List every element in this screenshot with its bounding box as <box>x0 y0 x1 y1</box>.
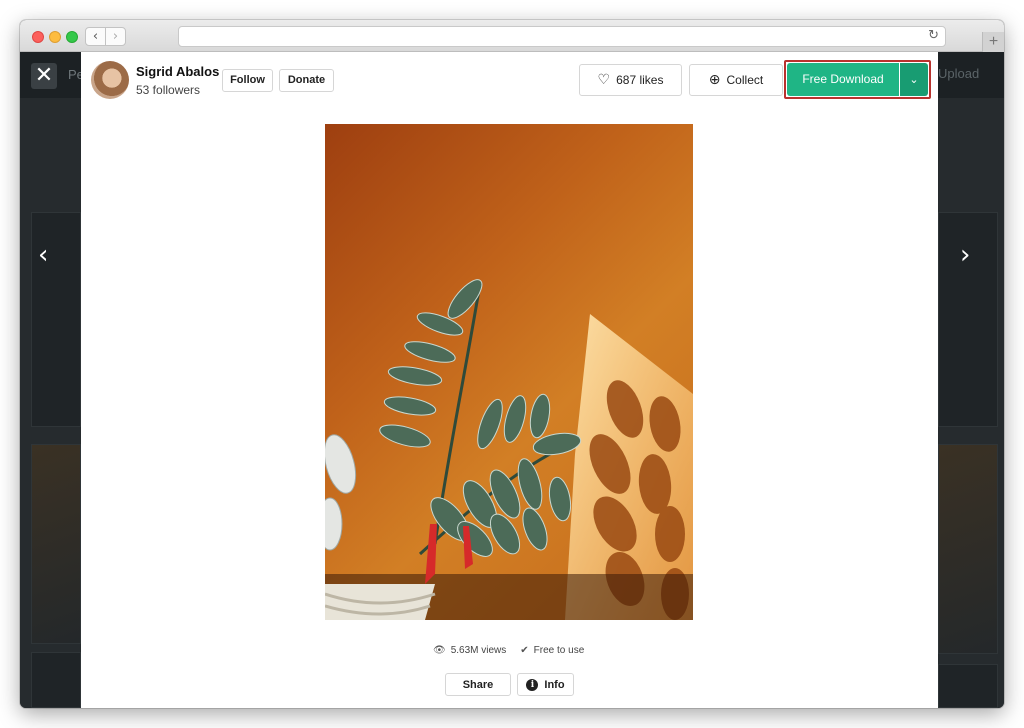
close-modal-button[interactable]: ✕ <box>31 63 57 89</box>
back-button[interactable]: ‹ <box>85 27 106 46</box>
next-photo-arrow-icon[interactable]: › <box>960 240 970 270</box>
forward-button[interactable]: › <box>105 27 126 46</box>
plant-pot <box>325 584 436 620</box>
donate-button[interactable]: Donate <box>279 69 334 92</box>
main-photo[interactable] <box>325 124 693 620</box>
background-photo-tile <box>938 444 998 654</box>
collect-label: Collect <box>726 73 764 87</box>
free-download-button[interactable]: Free Download <box>787 63 899 96</box>
info-label: Info <box>544 678 565 691</box>
eye-icon: 👁 <box>433 644 446 656</box>
page-background: ✕ Pe Upload ‹ › Sigrid Abalos 53 followe… <box>20 52 1004 708</box>
background-photo-tile <box>31 444 81 644</box>
photo-modal: Sigrid Abalos 53 followers Follow Donate… <box>81 52 938 708</box>
follower-count: 53 followers <box>136 83 201 97</box>
share-button[interactable]: Share <box>445 673 511 696</box>
plus-icon: + <box>988 33 999 50</box>
photo-stats: 👁 5.63M views ✔ Free to use <box>433 645 584 656</box>
browser-toolbar: ‹ › ↻ + <box>20 20 1004 52</box>
reload-icon[interactable]: ↻ <box>928 28 939 43</box>
views-count: 5.63M views <box>450 645 507 656</box>
download-options-button[interactable]: ⌄ <box>900 63 928 96</box>
chevron-down-icon: ⌄ <box>909 73 919 86</box>
new-tab-button[interactable]: + <box>982 32 1004 52</box>
check-circle-icon: ✔ <box>520 644 529 656</box>
license-stat[interactable]: ✔ Free to use <box>520 645 584 656</box>
follow-button[interactable]: Follow <box>222 69 273 92</box>
plant-leaves <box>379 279 582 557</box>
plus-circle-icon: ⊕ <box>708 72 721 88</box>
views-stat: 👁 5.63M views <box>433 645 506 656</box>
close-icon: ✕ <box>34 63 54 88</box>
like-button[interactable]: ♡ 687 likes <box>579 64 682 96</box>
foreground-leaves <box>325 434 357 551</box>
license-label: Free to use <box>533 645 585 656</box>
author-name[interactable]: Sigrid Abalos <box>136 64 219 79</box>
heart-icon: ♡ <box>597 72 611 88</box>
previous-photo-arrow-icon[interactable]: ‹ <box>38 240 48 270</box>
background-photo-tile <box>938 664 998 708</box>
address-bar[interactable]: ↻ <box>178 26 946 47</box>
info-icon: i <box>526 678 539 691</box>
avatar[interactable] <box>91 61 129 99</box>
zoom-window-button[interactable] <box>66 31 78 43</box>
close-window-button[interactable] <box>32 31 44 43</box>
likes-count: 687 likes <box>616 73 664 87</box>
minimize-window-button[interactable] <box>49 31 61 43</box>
plant-photo-illustration <box>325 279 693 620</box>
info-button[interactable]: i Info <box>517 673 574 696</box>
chevron-left-icon: ‹ <box>92 29 99 44</box>
upload-link[interactable]: Upload <box>938 66 979 81</box>
chevron-right-icon: › <box>112 29 119 44</box>
browser-window: ‹ › ↻ + ✕ Pe Upload ‹ › Sigrid Abalos 53… <box>20 20 1004 708</box>
collect-button[interactable]: ⊕ Collect <box>689 64 783 96</box>
background-photo-tile <box>31 652 81 708</box>
share-label: Share <box>462 678 494 691</box>
